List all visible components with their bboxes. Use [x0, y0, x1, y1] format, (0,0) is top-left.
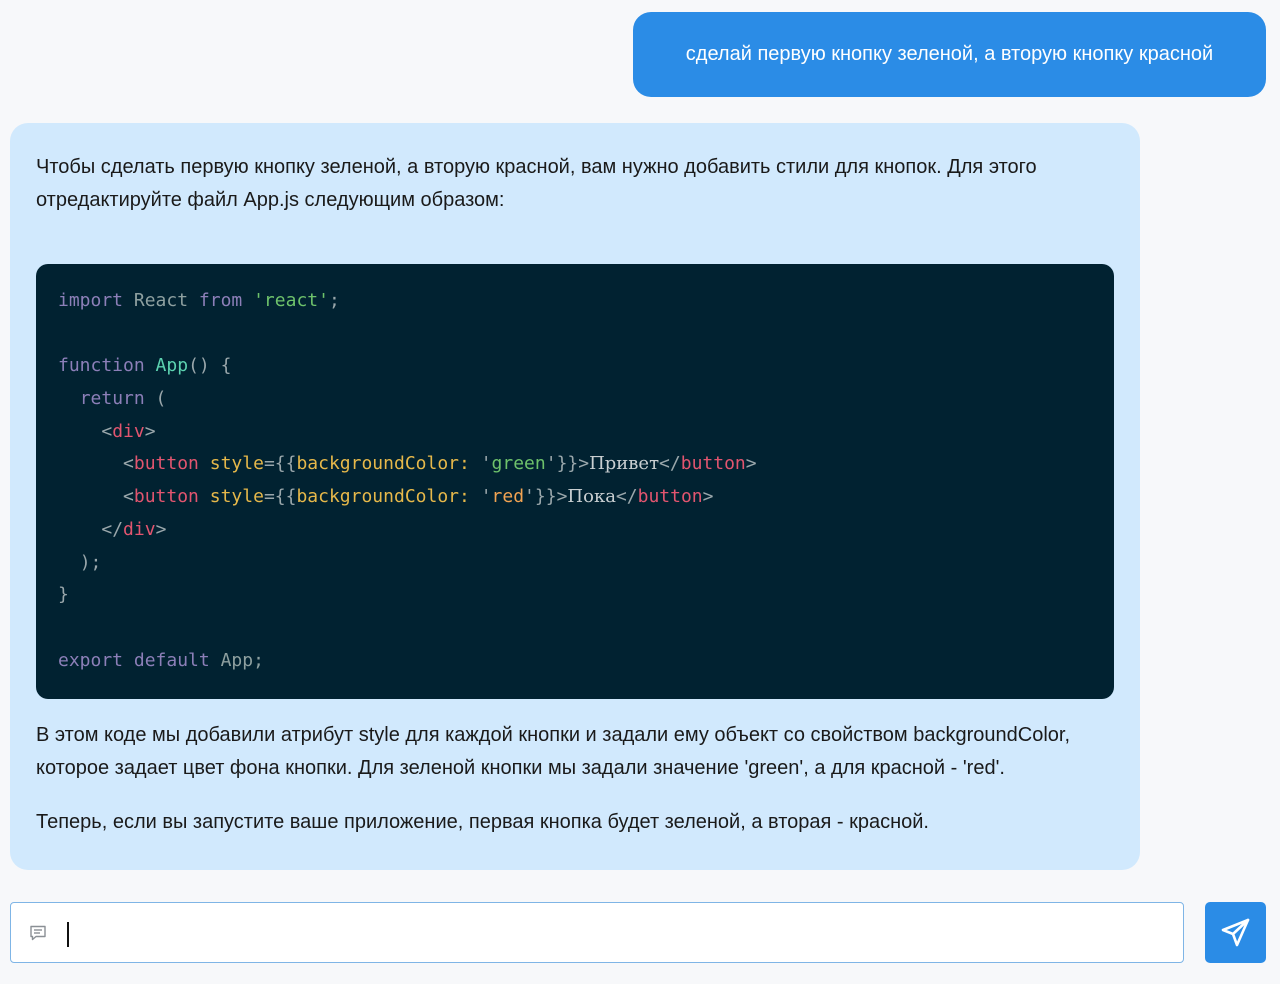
code-line-5: <div>: [101, 420, 156, 442]
assistant-explanation-text: В этом коде мы добавили атрибут style дл…: [36, 724, 1070, 779]
code-line-6: <button style={{backgroundColor: 'green'…: [123, 453, 757, 475]
message-composer[interactable]: [10, 902, 1184, 963]
text-caret: [67, 922, 69, 947]
user-message-bubble: сделай первую кнопку зеленой, а вторую к…: [633, 12, 1266, 97]
message-input[interactable]: [63, 911, 1167, 956]
assistant-message-bubble: Чтобы сделать первую кнопку зеленой, а в…: [10, 123, 1140, 870]
code-line-7: <button style={{backgroundColor: 'red'}}…: [123, 486, 714, 508]
assistant-conclusion-text: Теперь, если вы запустите ваше приложени…: [36, 811, 929, 833]
code-line-4: return (: [79, 388, 167, 410]
code-line-1: import React from 'react';: [58, 290, 340, 311]
code-line-10: }: [58, 584, 69, 606]
chat-page: сделай первую кнопку зеленой, а вторую к…: [0, 0, 1280, 984]
code-line-8: </div>: [101, 518, 167, 540]
send-button[interactable]: [1205, 902, 1266, 963]
assistant-intro-text: Чтобы сделать первую кнопку зеленой, а в…: [36, 156, 1037, 211]
code-line-9: );: [79, 551, 102, 573]
code-line-3: function App() {: [58, 355, 232, 377]
code-block: import React from 'react'; function App()…: [36, 264, 1114, 699]
code-line-12: export default App;: [58, 649, 264, 671]
chat-bubble-icon: [29, 924, 47, 942]
send-plane-icon: [1221, 918, 1250, 947]
user-message-text: сделай первую кнопку зеленой, а вторую к…: [685, 43, 1214, 65]
